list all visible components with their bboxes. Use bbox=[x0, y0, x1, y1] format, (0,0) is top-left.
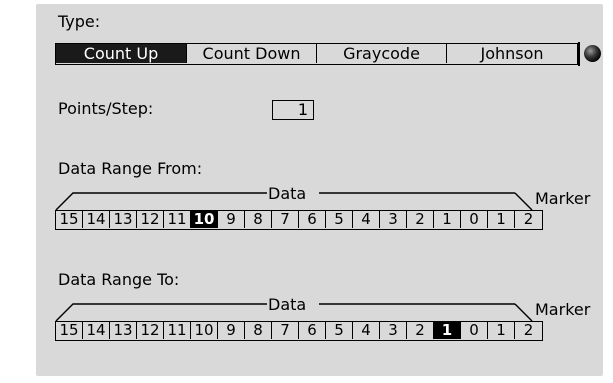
data-range-from-data-bit-12[interactable]: 12 bbox=[137, 211, 164, 228]
data-range-from-data-bit-6[interactable]: 6 bbox=[299, 211, 326, 228]
data-range-to-data-bit-8[interactable]: 8 bbox=[245, 322, 272, 339]
data-range-from-data-bit-8[interactable]: 8 bbox=[245, 211, 272, 228]
data-range-to-data-bit-12[interactable]: 12 bbox=[137, 322, 164, 339]
data-range-from-data-bit-0[interactable]: 0 bbox=[461, 211, 488, 228]
data-range-to-data-bit-14[interactable]: 14 bbox=[83, 322, 110, 339]
data-range-from-data-bit-10[interactable]: 10 bbox=[191, 211, 218, 228]
data-range-from-bracket: Data Marker bbox=[55, 184, 591, 211]
data-range-from-marker-bit-1[interactable]: 1 bbox=[488, 211, 515, 228]
data-range-from-data-bit-7[interactable]: 7 bbox=[272, 211, 299, 228]
type-option-count-down[interactable]: Count Down bbox=[187, 44, 317, 63]
knob-divider bbox=[578, 42, 580, 66]
data-range-to-data-bit-9[interactable]: 9 bbox=[218, 322, 245, 339]
points-step-label: Points/Step: bbox=[58, 99, 154, 118]
data-range-to-data-bit-2[interactable]: 2 bbox=[407, 322, 434, 339]
data-range-to-data-bit-10[interactable]: 10 bbox=[191, 322, 218, 339]
data-range-to-marker-bit-1[interactable]: 1 bbox=[488, 322, 515, 339]
type-label: Type: bbox=[58, 12, 101, 31]
data-range-to-bits: 15 14 13 12 11 10 9 8 7 6 5 4 3 2 1 0 1 2 bbox=[55, 321, 543, 341]
data-range-to-data-bit-1[interactable]: 1 bbox=[434, 322, 461, 339]
type-option-graycode[interactable]: Graycode bbox=[317, 44, 447, 63]
data-range-from-data-bit-13[interactable]: 13 bbox=[110, 211, 137, 228]
data-range-to-data-label: Data bbox=[268, 295, 306, 314]
data-range-from-marker-bit-2[interactable]: 2 bbox=[515, 211, 542, 228]
data-range-from-marker-label: Marker bbox=[535, 189, 591, 208]
data-range-to-data-bit-6[interactable]: 6 bbox=[299, 322, 326, 339]
data-range-from-data-bit-5[interactable]: 5 bbox=[326, 211, 353, 228]
data-range-to-data-bit-4[interactable]: 4 bbox=[353, 322, 380, 339]
data-range-to-data-bit-5[interactable]: 5 bbox=[326, 322, 353, 339]
points-step-field[interactable]: 1 bbox=[272, 100, 314, 120]
data-range-from-data-bit-11[interactable]: 11 bbox=[164, 211, 191, 228]
data-range-from-data-bit-15[interactable]: 15 bbox=[56, 211, 83, 228]
type-option-johnson[interactable]: Johnson bbox=[447, 44, 577, 63]
data-range-from-data-bit-3[interactable]: 3 bbox=[380, 211, 407, 228]
data-range-to-label: Data Range To: bbox=[58, 270, 180, 289]
data-range-from-data-bit-1[interactable]: 1 bbox=[434, 211, 461, 228]
data-range-to-data-bit-13[interactable]: 13 bbox=[110, 322, 137, 339]
data-range-from-bits: 15 14 13 12 11 10 9 8 7 6 5 4 3 2 1 0 1 2 bbox=[55, 210, 543, 230]
data-range-from-data-bit-14[interactable]: 14 bbox=[83, 211, 110, 228]
data-range-from-data-label: Data bbox=[268, 184, 306, 203]
data-range-to-marker-label: Marker bbox=[535, 300, 591, 319]
data-range-to-data-bit-0[interactable]: 0 bbox=[461, 322, 488, 339]
data-range-from-data-bit-2[interactable]: 2 bbox=[407, 211, 434, 228]
data-range-to-data-bit-11[interactable]: 11 bbox=[164, 322, 191, 339]
data-range-from-data-bit-9[interactable]: 9 bbox=[218, 211, 245, 228]
data-range-from-label: Data Range From: bbox=[58, 159, 203, 178]
data-range-to-data-bit-7[interactable]: 7 bbox=[272, 322, 299, 339]
data-range-to-bracket: Data Marker bbox=[55, 295, 591, 322]
type-selector: Count Up Count Down Graycode Johnson bbox=[55, 43, 578, 65]
knob-icon[interactable] bbox=[584, 45, 601, 62]
data-range-to-marker-bit-2[interactable]: 2 bbox=[515, 322, 542, 339]
data-range-to-data-bit-15[interactable]: 15 bbox=[56, 322, 83, 339]
data-range-to-data-bit-3[interactable]: 3 bbox=[380, 322, 407, 339]
data-range-from-data-bit-4[interactable]: 4 bbox=[353, 211, 380, 228]
type-option-count-up[interactable]: Count Up bbox=[56, 44, 187, 63]
